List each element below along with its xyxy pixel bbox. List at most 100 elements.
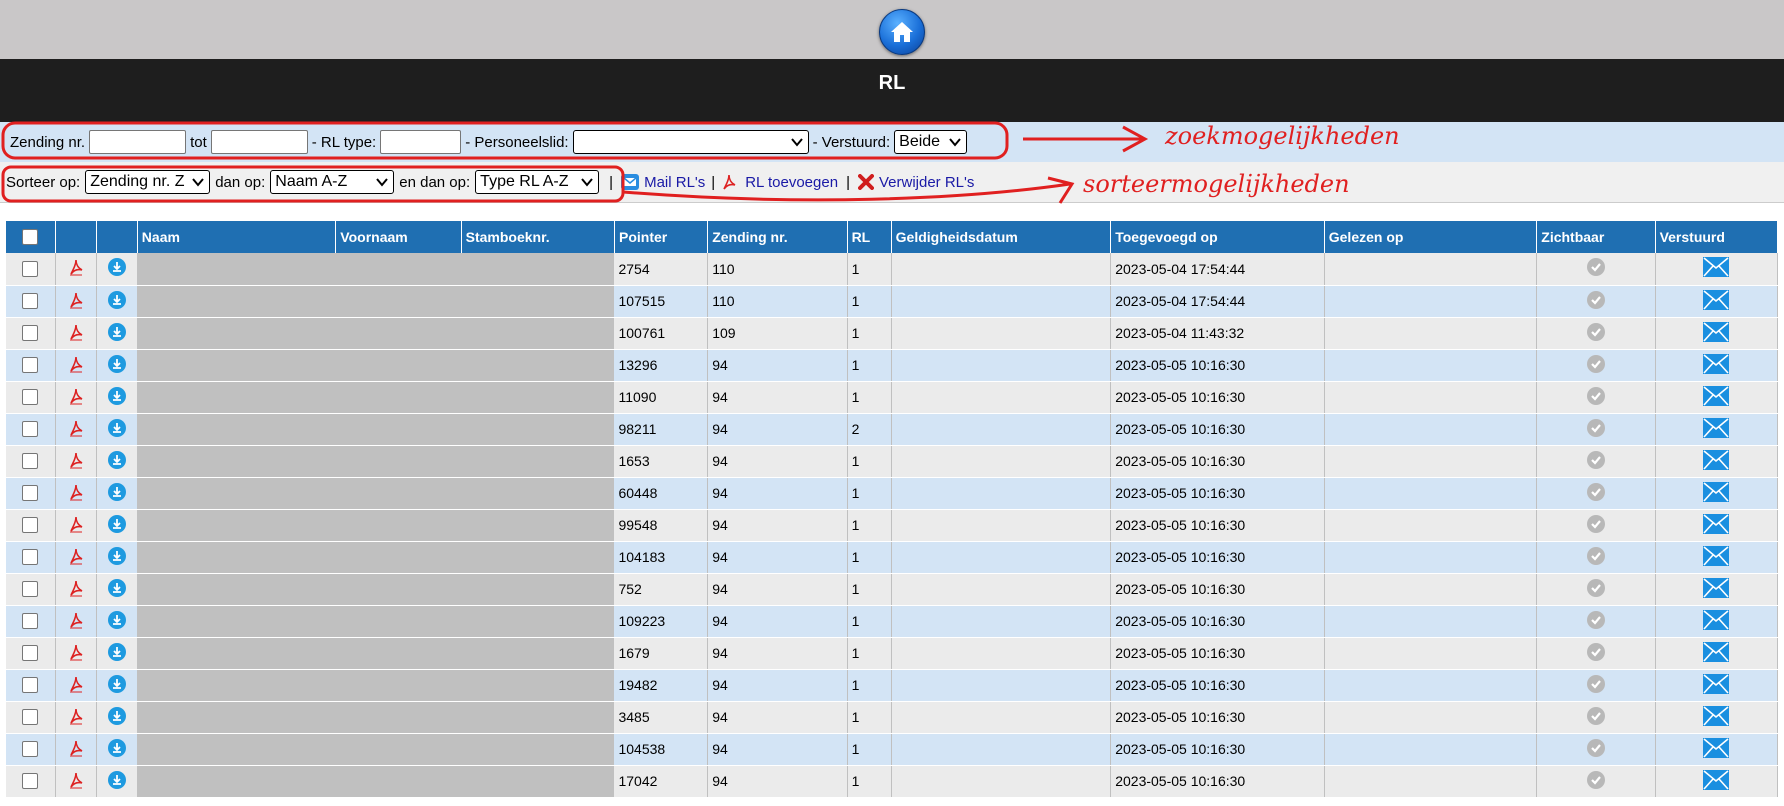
pdf-icon[interactable] (68, 355, 84, 373)
download-icon[interactable] (107, 642, 126, 661)
column-header-geldigheidsdatum[interactable]: Geldigheidsdatum (891, 221, 1112, 253)
pdf-icon[interactable] (68, 643, 84, 661)
visible-check-icon[interactable] (1586, 322, 1605, 341)
pdf-icon[interactable] (68, 611, 84, 629)
mail-icon[interactable] (1703, 705, 1730, 726)
mail-icon[interactable] (1703, 513, 1730, 534)
row-checkbox[interactable] (22, 613, 39, 629)
mail-icon[interactable] (1703, 609, 1730, 630)
mail-icon[interactable] (1703, 321, 1730, 342)
row-checkbox[interactable] (22, 709, 39, 725)
sort-first-select[interactable]: Zending nr. Z (85, 170, 211, 194)
pdf-icon[interactable] (68, 483, 84, 501)
add-rl-link[interactable]: RL toevoegen (745, 174, 838, 191)
download-icon[interactable] (107, 610, 126, 629)
row-checkbox[interactable] (22, 741, 39, 757)
visible-check-icon[interactable] (1586, 418, 1605, 437)
visible-check-icon[interactable] (1586, 482, 1605, 501)
column-header-rl[interactable]: RL (847, 221, 892, 253)
visible-check-icon[interactable] (1586, 738, 1605, 757)
rl-type-input[interactable] (380, 130, 462, 154)
pdf-icon[interactable] (68, 291, 84, 309)
zending-to-input[interactable] (210, 130, 308, 154)
row-checkbox[interactable] (22, 549, 39, 565)
mail-icon[interactable] (1703, 385, 1730, 406)
mail-icon[interactable] (1703, 257, 1730, 278)
download-icon[interactable] (107, 386, 126, 405)
sort-second-select[interactable]: Naam A-Z (270, 170, 395, 194)
download-icon[interactable] (107, 514, 126, 533)
pdf-icon[interactable] (68, 675, 84, 693)
download-icon[interactable] (107, 482, 126, 501)
verstuurd-select[interactable]: Beide (894, 130, 968, 154)
column-header-stamboeknr[interactable]: Stamboeknr. (461, 221, 615, 253)
row-checkbox[interactable] (22, 517, 39, 533)
visible-check-icon[interactable] (1586, 770, 1605, 789)
delete-rls-link[interactable]: Verwijder RL's (879, 174, 974, 191)
column-header-gelezen[interactable]: Gelezen op (1324, 221, 1538, 253)
row-checkbox[interactable] (22, 485, 39, 501)
zending-from-input[interactable] (89, 130, 187, 154)
column-header-zending[interactable]: Zending nr. (707, 221, 848, 253)
mail-icon[interactable] (1703, 641, 1730, 662)
row-checkbox[interactable] (22, 773, 39, 789)
row-checkbox[interactable] (22, 260, 39, 277)
row-checkbox[interactable] (22, 421, 39, 437)
mail-icon[interactable] (1703, 417, 1730, 438)
pdf-icon[interactable] (68, 707, 84, 725)
pdf-icon[interactable] (68, 419, 84, 437)
mail-icon[interactable] (1703, 353, 1730, 374)
row-checkbox[interactable] (22, 453, 39, 469)
pdf-icon[interactable] (68, 515, 84, 533)
column-header-toegevoegd[interactable]: Toegevoegd op (1110, 221, 1325, 253)
visible-check-icon[interactable] (1586, 258, 1605, 277)
personeelslid-select[interactable] (572, 130, 809, 154)
visible-check-icon[interactable] (1586, 514, 1605, 533)
pdf-icon[interactable] (68, 323, 84, 341)
mail-icon[interactable] (1703, 577, 1730, 598)
mail-icon[interactable] (1703, 673, 1730, 694)
download-icon[interactable] (107, 450, 126, 469)
download-icon[interactable] (107, 546, 126, 565)
pdf-icon[interactable] (68, 579, 84, 597)
visible-check-icon[interactable] (1586, 642, 1605, 661)
row-checkbox[interactable] (22, 325, 39, 341)
column-header-verstuurd[interactable]: Verstuurd (1655, 221, 1779, 253)
row-checkbox[interactable] (22, 293, 39, 309)
download-icon[interactable] (107, 674, 126, 693)
download-icon[interactable] (107, 354, 126, 373)
download-icon[interactable] (107, 706, 126, 725)
visible-check-icon[interactable] (1586, 674, 1605, 693)
download-icon[interactable] (107, 290, 126, 309)
mail-icon[interactable] (1703, 545, 1730, 566)
sort-third-select[interactable]: Type RL A-Z (475, 170, 600, 194)
mail-icon[interactable] (1703, 289, 1730, 310)
visible-check-icon[interactable] (1586, 706, 1605, 725)
row-checkbox[interactable] (22, 581, 39, 597)
column-header-zichtbaar[interactable]: Zichtbaar (1536, 221, 1656, 253)
download-icon[interactable] (107, 770, 126, 789)
column-header-pointer[interactable]: Pointer (614, 221, 709, 253)
row-checkbox[interactable] (22, 645, 39, 661)
column-header-naam[interactable]: Naam (137, 221, 337, 253)
download-icon[interactable] (107, 258, 126, 277)
column-header-voornaam[interactable]: Voornaam (335, 221, 462, 253)
select-all-checkbox[interactable] (22, 229, 39, 245)
mail-rls-link[interactable]: Mail RL's (644, 174, 705, 191)
mail-icon[interactable] (1703, 449, 1730, 470)
row-checkbox[interactable] (22, 389, 39, 405)
download-icon[interactable] (107, 418, 126, 437)
visible-check-icon[interactable] (1586, 290, 1605, 309)
visible-check-icon[interactable] (1586, 354, 1605, 373)
pdf-icon[interactable] (68, 258, 84, 276)
pdf-icon[interactable] (68, 547, 84, 565)
visible-check-icon[interactable] (1586, 386, 1605, 405)
pdf-icon[interactable] (68, 387, 84, 405)
pdf-icon[interactable] (68, 739, 84, 757)
home-button[interactable] (879, 9, 925, 55)
download-icon[interactable] (107, 738, 126, 757)
mail-icon[interactable] (1703, 481, 1730, 502)
mail-icon[interactable] (1703, 737, 1730, 758)
mail-icon[interactable] (1703, 769, 1730, 790)
pdf-icon[interactable] (68, 771, 84, 789)
